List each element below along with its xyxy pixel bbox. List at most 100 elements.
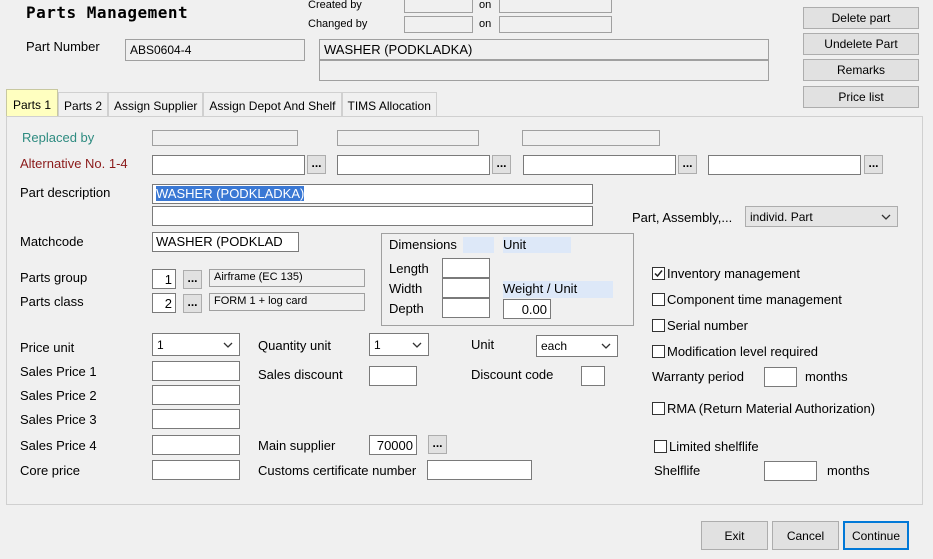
- matchcode-field[interactable]: WASHER (PODKLAD: [152, 232, 299, 252]
- sales-discount-field[interactable]: [369, 366, 417, 386]
- inventory-management-checkbox-row[interactable]: Inventory management: [652, 266, 800, 281]
- rma-label: RMA (Return Material Authorization): [667, 401, 876, 416]
- customs-field[interactable]: [427, 460, 532, 480]
- part-description-selection: WASHER (PODKLADKA): [156, 186, 305, 201]
- inventory-management-checkbox[interactable]: [652, 267, 665, 280]
- delete-part-button[interactable]: Delete part: [803, 7, 919, 29]
- chevron-down-icon: [881, 214, 891, 220]
- quantity-unit-label: Quantity unit: [258, 338, 331, 353]
- exit-button[interactable]: Exit: [701, 521, 768, 550]
- changed-on-field: [499, 16, 612, 33]
- assembly-select-value: individ. Part: [750, 209, 813, 224]
- quantity-unit-select[interactable]: 1: [369, 333, 429, 356]
- parts-class-field[interactable]: 2: [152, 293, 176, 313]
- cancel-button[interactable]: Cancel: [772, 521, 839, 550]
- price-unit-label: Price unit: [20, 340, 75, 355]
- shelflife-label: Shelflife: [654, 463, 701, 478]
- changed-by-field: [404, 16, 473, 33]
- part-description-line-2[interactable]: [152, 206, 593, 226]
- assembly-select[interactable]: individ. Part: [745, 206, 898, 227]
- alternative-field-2[interactable]: [337, 155, 490, 175]
- undelete-part-button[interactable]: Undelete Part: [803, 33, 919, 55]
- unit-value: each: [541, 339, 568, 353]
- replaced-by-label: Replaced by: [22, 130, 95, 145]
- check-icon: [654, 270, 663, 278]
- serial-number-checkbox[interactable]: [652, 319, 665, 332]
- sales-price-1-field[interactable]: [152, 361, 240, 381]
- limited-shelflife-label: Limited shelflife: [669, 439, 759, 454]
- tab-parts-1[interactable]: Parts 1: [6, 89, 59, 119]
- parts-group-text: Airframe (EC 135): [209, 269, 365, 287]
- modification-level-checkbox[interactable]: [652, 345, 665, 358]
- sales-price-4-field[interactable]: [152, 435, 240, 455]
- created-on-label: on: [479, 0, 492, 11]
- dimensions-header-highlight: [463, 237, 494, 253]
- depth-field[interactable]: [442, 298, 490, 318]
- serial-number-checkbox-row[interactable]: Serial number: [652, 318, 748, 333]
- quantity-unit-value: 1: [374, 337, 381, 352]
- alternative-field-1[interactable]: [152, 155, 305, 175]
- sales-discount-label: Sales discount: [258, 367, 343, 382]
- unit-header: Unit: [503, 237, 571, 253]
- tab-assign-depot-shelf[interactable]: Assign Depot And Shelf: [203, 92, 342, 119]
- part-description-label: Part description: [20, 185, 111, 200]
- sales-price-3-field[interactable]: [152, 409, 240, 429]
- component-time-checkbox-row[interactable]: Component time management: [652, 292, 842, 307]
- created-by-label: Created by: [308, 0, 362, 11]
- tab-bar: Parts 1 Parts 2 Assign Supplier Assign D…: [6, 89, 437, 119]
- alternative-4-lookup-button[interactable]: ...: [864, 155, 883, 174]
- limited-shelflife-checkbox[interactable]: [654, 440, 667, 453]
- chevron-down-icon: [412, 342, 422, 348]
- warranty-label: Warranty period: [652, 369, 744, 384]
- remarks-button[interactable]: Remarks: [803, 59, 919, 81]
- warranty-field[interactable]: [764, 367, 797, 387]
- weight-field[interactable]: 0.00: [503, 299, 551, 319]
- warranty-months-label: months: [805, 369, 848, 384]
- serial-number-label: Serial number: [667, 318, 748, 333]
- core-price-field[interactable]: [152, 460, 240, 480]
- parts-group-lookup-button[interactable]: ...: [183, 270, 202, 289]
- matchcode-label: Matchcode: [20, 234, 84, 249]
- alternative-field-4[interactable]: [708, 155, 861, 175]
- component-time-checkbox[interactable]: [652, 293, 665, 306]
- part-description-line-1[interactable]: WASHER (PODKLADKA): [152, 184, 593, 204]
- parts-group-field[interactable]: 1: [152, 269, 176, 289]
- alternative-3-lookup-button[interactable]: ...: [678, 155, 697, 174]
- weight-unit-label: Weight / Unit: [503, 281, 613, 298]
- parts-class-lookup-button[interactable]: ...: [183, 294, 202, 313]
- modification-level-checkbox-row[interactable]: Modification level required: [652, 344, 818, 359]
- length-field[interactable]: [442, 258, 490, 278]
- sales-price-2-field[interactable]: [152, 385, 240, 405]
- width-label: Width: [389, 281, 423, 296]
- discount-code-label: Discount code: [471, 367, 554, 382]
- parts-class-text: FORM 1 + log card: [209, 293, 365, 311]
- changed-on-label: on: [479, 18, 492, 30]
- main-supplier-lookup-button[interactable]: ...: [428, 435, 447, 454]
- tab-tims-allocation[interactable]: TIMS Allocation: [341, 92, 437, 119]
- alternative-1-lookup-button[interactable]: ...: [307, 155, 326, 174]
- unit-select[interactable]: each: [536, 335, 618, 357]
- sales-price-3-label: Sales Price 3: [20, 412, 97, 427]
- parts-group-label: Parts group: [20, 270, 88, 285]
- alternative-field-3[interactable]: [523, 155, 676, 175]
- created-by-field: [404, 0, 473, 13]
- discount-code-field[interactable]: [581, 366, 605, 386]
- description-line-1: WASHER (PODKLADKA): [319, 39, 769, 60]
- rma-checkbox-row[interactable]: RMA (Return Material Authorization): [652, 401, 875, 416]
- width-field[interactable]: [442, 278, 490, 298]
- shelflife-field[interactable]: [764, 461, 817, 481]
- rma-checkbox[interactable]: [652, 402, 665, 415]
- dimensions-header: Dimensions: [389, 237, 457, 252]
- tab-assign-supplier[interactable]: Assign Supplier: [108, 92, 204, 119]
- main-supplier-field[interactable]: 70000: [369, 435, 417, 455]
- unit-label: Unit: [471, 337, 495, 352]
- price-list-button[interactable]: Price list: [803, 86, 919, 108]
- replaced-by-field-2: [337, 130, 479, 146]
- alternative-2-lookup-button[interactable]: ...: [492, 155, 511, 174]
- part-number-field: ABS0604-4: [125, 39, 305, 61]
- price-unit-select[interactable]: 1: [152, 333, 240, 356]
- tab-parts-2[interactable]: Parts 2: [58, 92, 109, 119]
- part-number-label: Part Number: [26, 39, 100, 54]
- continue-button[interactable]: Continue: [843, 521, 909, 550]
- limited-shelflife-checkbox-row[interactable]: Limited shelflife: [654, 439, 759, 454]
